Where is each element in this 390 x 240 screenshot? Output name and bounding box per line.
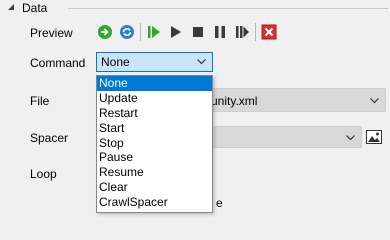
preview-toolbar — [96, 22, 282, 42]
collapse-arrow-icon[interactable] — [6, 2, 16, 12]
stop-button[interactable] — [189, 23, 207, 41]
command-selected-value: None — [101, 55, 130, 69]
command-option-crawlspacer[interactable]: CrawlSpacer — [97, 195, 212, 210]
resume-button[interactable] — [233, 23, 251, 41]
play-from-start-button[interactable] — [145, 23, 163, 41]
image-icon[interactable] — [366, 130, 382, 144]
sync-button[interactable] — [118, 23, 136, 41]
pause-button[interactable] — [211, 23, 229, 41]
green-circular-arrow-icon — [98, 25, 112, 39]
toolbar-separator — [255, 23, 256, 41]
green-skip-play-icon — [148, 26, 160, 38]
command-label: Command — [30, 56, 86, 70]
spacer-label: Spacer — [30, 131, 69, 145]
section-title: Data — [22, 1, 48, 15]
loop-label: Loop — [30, 167, 57, 181]
stop-icon — [193, 27, 203, 37]
command-dropdown-list: None Update Restart Start Stop Pause Resume Cle… — [96, 75, 213, 213]
chevron-down-icon — [197, 59, 206, 65]
close-button[interactable] — [260, 23, 278, 41]
section-divider — [68, 8, 388, 9]
preview-label: Preview — [30, 26, 73, 40]
loop-partial-text: e — [216, 196, 223, 210]
resume-icon — [236, 26, 249, 38]
command-option-none[interactable]: None — [97, 76, 212, 91]
blue-sync-icon — [120, 25, 134, 39]
refresh-button[interactable] — [96, 23, 114, 41]
file-label: File — [30, 94, 50, 108]
red-x-icon — [261, 24, 277, 40]
command-option-resume[interactable]: Resume — [97, 165, 212, 180]
command-option-update[interactable]: Update — [97, 91, 212, 106]
command-option-restart[interactable]: Restart — [97, 106, 212, 121]
chevron-down-icon — [370, 98, 379, 104]
play-icon — [171, 26, 181, 38]
command-option-stop[interactable]: Stop — [97, 136, 212, 151]
command-option-clear[interactable]: Clear — [97, 180, 212, 195]
play-button[interactable] — [167, 23, 185, 41]
command-option-start[interactable]: Start — [97, 121, 212, 136]
data-section-header[interactable]: Data — [0, 0, 390, 18]
command-select[interactable]: None — [96, 52, 213, 72]
toolbar-separator — [140, 23, 141, 41]
chevron-down-icon — [346, 135, 355, 141]
command-option-pause[interactable]: Pause — [97, 150, 212, 165]
pause-icon — [215, 26, 225, 38]
